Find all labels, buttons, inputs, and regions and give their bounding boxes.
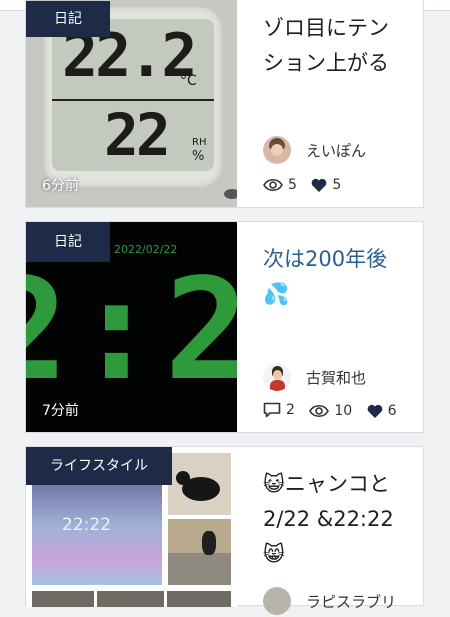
phone-lock-time: 22:22 (62, 515, 111, 535)
cat-photo (168, 453, 231, 515)
thermometer-unit: °C (180, 73, 197, 89)
article-card[interactable]: 2022/02/22 2:22 日記 7分前 次は200年後 💦 古賀和也 2 … (25, 221, 424, 433)
title-emoji: 💦 (263, 282, 290, 306)
author-name: えいぽん (306, 142, 367, 160)
comment-icon (263, 402, 281, 418)
article-thumbnail[interactable]: 2022/02/22 2:22 日記 7分前 (26, 222, 237, 432)
article-thumbnail[interactable]: 22.2 °C 22 RH % 日記 6分前 (26, 0, 237, 207)
title-emoji: 😸 (263, 542, 285, 566)
thermometer-percent: % (192, 149, 205, 164)
article-title[interactable]: 次は200年後 💦 (263, 242, 419, 312)
article-stats: 2 10 6 (263, 402, 407, 422)
author-name: ラピスラブリ (306, 593, 397, 611)
like-count-value: 6 (387, 403, 397, 419)
category-badge[interactable]: 日記 (26, 1, 110, 37)
bottom-photo-strip (32, 591, 231, 607)
view-count-value: 5 (288, 177, 297, 193)
title-line: ション上がる (263, 51, 389, 75)
view-count: 5 (263, 177, 297, 193)
article-title[interactable]: 😺ニャンコと 2/22 &22:22 😸 (263, 467, 419, 572)
clock-time: 2:22 (26, 249, 237, 412)
article-title[interactable]: ゾロ目にテン ション上がる (263, 11, 419, 81)
avatar (263, 587, 291, 615)
article-card[interactable]: 22.2 °C 22 RH % 日記 6分前 ゾロ目にテン ション上がる えいぽ… (25, 0, 424, 208)
phone-screen-image: 22:22 (32, 477, 162, 585)
author-name: 古賀和也 (306, 369, 367, 387)
article-stats: 5 5 (263, 177, 351, 197)
article-card[interactable]: 22:22 ライフスタイル 😺ニャンコと 2/22 &22:22 😸 ラピスラブ… (25, 446, 424, 615)
post-time: 7分前 (42, 403, 79, 419)
comment-count[interactable]: 2 (263, 402, 295, 418)
post-time: 6分前 (42, 178, 79, 194)
avatar (263, 363, 291, 391)
view-count-value: 10 (334, 403, 353, 419)
like-count[interactable]: 6 (367, 403, 397, 419)
thermometer-humidity: 22 (104, 101, 171, 169)
cat-photo (168, 519, 231, 585)
thermometer-display: 22.2 °C 22 RH % (52, 19, 214, 171)
title-line: ゾロ目にテン (263, 16, 389, 40)
article-thumbnail[interactable]: 22:22 ライフスタイル (26, 447, 237, 607)
avatar (263, 136, 291, 164)
heart-icon (367, 404, 383, 418)
eye-icon (263, 178, 283, 192)
comment-count-value: 2 (286, 402, 295, 418)
eye-icon (309, 404, 330, 418)
like-count[interactable]: 5 (311, 177, 341, 193)
category-badge[interactable]: ライフスタイル (26, 447, 172, 485)
heart-icon (312, 178, 327, 192)
thermometer-button (224, 189, 237, 199)
title-line: 次は200年後 (263, 247, 388, 271)
category-badge[interactable]: 日記 (26, 222, 110, 262)
title-line: 😺ニャンコと (263, 472, 390, 496)
like-count-value: 5 (332, 177, 342, 193)
view-count: 10 (309, 403, 352, 419)
title-line: 2/22 &22:22 (263, 507, 394, 531)
thermometer-rh-label: RH (192, 137, 207, 148)
